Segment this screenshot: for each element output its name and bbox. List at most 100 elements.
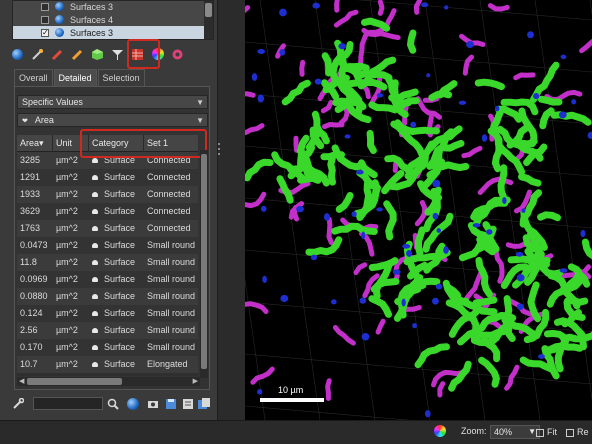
tree-item-label: Surfaces 3	[70, 1, 114, 12]
search-icon[interactable]	[107, 398, 119, 410]
cell-set1: Small round	[147, 325, 196, 335]
values-mode-select[interactable]: Specific Values ▼	[17, 95, 208, 109]
table-row[interactable]: 10.7 µm^2 Surface Elongated	[17, 356, 198, 373]
table-row[interactable]: 0.0969 µm^2 Surface Small round	[17, 271, 198, 288]
cell-unit: µm^2	[56, 189, 78, 199]
table-row[interactable]: 0.170 µm^2 Surface Small round	[17, 339, 198, 356]
reset-icon	[566, 428, 574, 437]
cell-category: Surface	[89, 254, 144, 271]
surpass-tree[interactable]: Surfaces 3 Surfaces 4 ✓ Surfaces 3	[12, 0, 214, 40]
cell-unit: µm^2	[56, 172, 78, 182]
export-all-icon[interactable]	[198, 398, 210, 410]
3d-viewer[interactable]: 10 µm	[245, 0, 592, 420]
wand-icon[interactable]	[28, 45, 47, 64]
cell-area: 3629	[20, 206, 41, 216]
surfaces-icon	[55, 15, 64, 24]
save-icon[interactable]	[165, 398, 177, 410]
filter-icon[interactable]	[108, 45, 127, 64]
tree-item[interactable]: Surfaces 4	[13, 13, 205, 26]
cell-category: Surface	[89, 271, 144, 288]
surface-category-icon	[92, 243, 98, 249]
table-row[interactable]: 3629 µm^2 Surface Connected	[17, 203, 198, 220]
reset-button[interactable]: Re	[566, 425, 589, 439]
tree-item-checkbox[interactable]: ✓	[41, 28, 49, 37]
scale-bar-label: 10 µm	[278, 385, 304, 395]
scroll-right-icon[interactable]: ▶	[193, 377, 198, 386]
cell-unit: µm^2	[56, 342, 78, 352]
cell-area: 1291	[20, 172, 41, 182]
scale-bar	[260, 398, 324, 402]
surface-category-icon	[92, 311, 98, 317]
cell-set1: Connected	[147, 223, 191, 233]
tree-item-checkbox[interactable]	[41, 15, 49, 24]
tree-scroll-thumb[interactable]	[205, 3, 212, 17]
chevron-down-icon: ▼	[196, 98, 204, 107]
camera-icon[interactable]	[147, 398, 159, 410]
cell-unit: µm^2	[56, 240, 78, 250]
heart-icon: ❤	[22, 118, 28, 125]
statistics-filter-input[interactable]	[33, 397, 103, 410]
cell-category: Surface	[89, 186, 144, 203]
export-icon[interactable]	[182, 398, 194, 410]
tree-item-selected[interactable]: ✓ Surfaces 3	[13, 26, 205, 39]
table-row[interactable]: 1763 µm^2 Surface Connected	[17, 220, 198, 237]
tree-item-checkbox[interactable]	[41, 2, 49, 11]
surface-category-icon	[92, 226, 98, 232]
table-vertical-scrollbar[interactable]	[200, 150, 208, 378]
table-row[interactable]: 0.0880 µm^2 Surface Small round	[17, 288, 198, 305]
cell-area: 11.8	[20, 257, 37, 267]
table-row[interactable]: 1291 µm^2 Surface Connected	[17, 169, 198, 186]
wrench-icon[interactable]	[12, 398, 24, 410]
cell-set1: Small round	[147, 291, 196, 301]
color-wheel-icon[interactable]	[434, 425, 446, 437]
cell-set1: Elongated	[147, 359, 188, 369]
cell-area: 0.170	[20, 342, 43, 352]
values-mode-value: Specific Values	[22, 97, 83, 107]
table-row[interactable]: 0.0473 µm^2 Surface Small round	[17, 237, 198, 254]
surface-category-icon	[92, 362, 98, 368]
table-row[interactable]: 11.8 µm^2 Surface Small round	[17, 254, 198, 271]
column-header-area[interactable]: Area▾	[17, 135, 53, 152]
zoom-select[interactable]: 40% ▼	[490, 425, 540, 439]
gear-icon[interactable]	[168, 45, 187, 64]
cell-category: Surface	[89, 220, 144, 237]
table-row[interactable]: 0.124 µm^2 Surface Small round	[17, 305, 198, 322]
tab-selection[interactable]: Selection	[97, 69, 145, 86]
surface-category-icon	[92, 294, 98, 300]
surface-category-icon	[92, 209, 98, 215]
cell-unit: µm^2	[56, 223, 78, 233]
tab-overall[interactable]: Overall	[14, 69, 53, 86]
surface-category-icon	[92, 328, 98, 334]
tree-scrollbar[interactable]	[204, 1, 213, 39]
cell-area: 2.56	[20, 325, 38, 335]
zoom-value: 40%	[494, 427, 513, 437]
statistic-select[interactable]: ❤ Area ▼	[17, 113, 208, 127]
fit-icon	[536, 428, 544, 437]
table-hscroll-thumb[interactable]	[27, 378, 122, 385]
pencil-red-icon[interactable]	[48, 45, 67, 64]
surface-category-icon	[92, 158, 98, 164]
table-horizontal-scrollbar[interactable]: ◀ ▶	[17, 377, 200, 386]
table-vscroll-thumb[interactable]	[201, 154, 207, 369]
status-bar: Zoom: 40% ▼ Fit Re	[0, 420, 592, 444]
surface-category-icon	[92, 345, 98, 351]
scroll-left-icon[interactable]: ◀	[19, 377, 24, 386]
cube-icon[interactable]	[88, 45, 107, 64]
cell-set1: Connected	[147, 189, 191, 199]
rendered-volume[interactable]	[245, 0, 592, 420]
pencil-orange-icon[interactable]	[68, 45, 87, 64]
tree-item-label: Surfaces 3	[70, 27, 114, 38]
cell-unit: µm^2	[56, 359, 78, 369]
tree-item[interactable]: Surfaces 3	[13, 0, 205, 13]
properties-sphere-icon[interactable]	[8, 45, 27, 64]
tab-detailed[interactable]: Detailed	[53, 69, 97, 86]
zoom-label: Zoom:	[461, 426, 487, 436]
cell-category: Surface	[89, 322, 144, 339]
surpass-object-icon[interactable]	[127, 398, 139, 410]
fit-button[interactable]: Fit	[536, 425, 557, 439]
statistics-table[interactable]: Area▾ Unit Category Set 1 3285 µm^2 Surfac…	[17, 135, 198, 376]
panel-splitter-grip[interactable]	[216, 140, 222, 160]
category-columns-highlight	[80, 129, 207, 158]
table-row[interactable]: 2.56 µm^2 Surface Small round	[17, 322, 198, 339]
table-row[interactable]: 1933 µm^2 Surface Connected	[17, 186, 198, 203]
